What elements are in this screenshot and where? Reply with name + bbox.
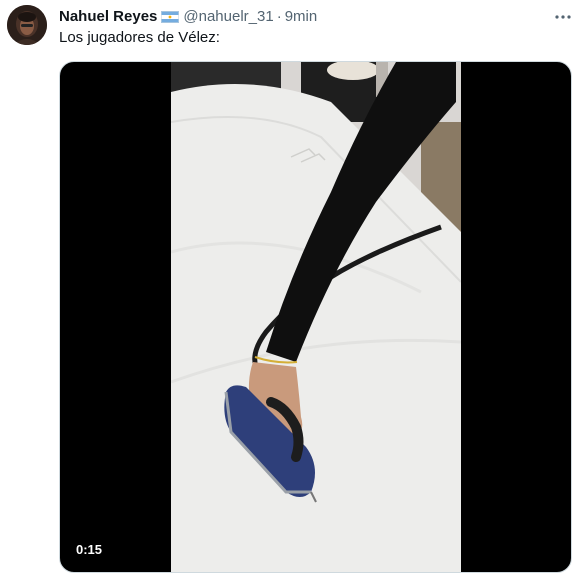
video-duration-badge: 0:15 <box>76 542 103 557</box>
tweet-text: Los jugadores de Vélez: <box>59 29 220 46</box>
ellipsis-icon <box>555 15 571 19</box>
tweet-header: Nahuel Reyes @nahuelr_31 · 9min <box>59 7 317 27</box>
argentina-flag-icon <box>161 11 180 23</box>
tweet[interactable]: Nahuel Reyes @nahuelr_31 · 9min Los juga… <box>0 0 588 581</box>
separator-dot: · <box>276 8 282 25</box>
display-name[interactable]: Nahuel Reyes <box>59 7 157 27</box>
more-options-button[interactable] <box>552 6 574 28</box>
video-player[interactable]: 0:15 <box>59 61 572 573</box>
avatar-image <box>7 5 47 45</box>
timestamp[interactable]: 9min <box>285 7 318 27</box>
video-thumbnail <box>171 62 461 572</box>
avatar[interactable] <box>7 5 47 45</box>
user-handle[interactable]: @nahuelr_31 <box>183 7 273 27</box>
